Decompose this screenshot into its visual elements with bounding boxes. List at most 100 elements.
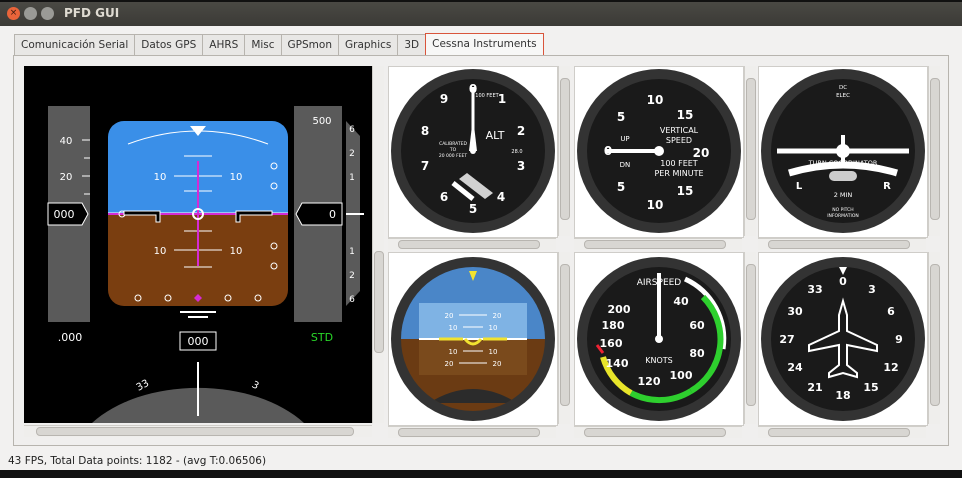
vsi-tick-label: 2 <box>349 271 355 281</box>
tab-graphics[interactable]: Graphics <box>338 34 399 55</box>
alt-calibration: 20 000 FEET <box>439 153 467 159</box>
vsi-tick-label: 1 <box>349 173 355 183</box>
alt-calibration: TO <box>449 147 457 153</box>
status-bar: 43 FPS, Total Data points: 1182 - (avg T… <box>0 454 962 470</box>
tc-inclinometer-ball <box>829 171 857 181</box>
vsi-up-label: UP <box>620 135 629 143</box>
status-text: 43 FPS, Total Data points: 1182 - (avg T… <box>8 455 267 467</box>
altitude-readout: 0 <box>329 208 336 221</box>
vsi-number: 15 <box>677 108 694 122</box>
vsi-tick-label: 6 <box>349 125 355 135</box>
hdg-number: 6 <box>887 305 895 318</box>
minimize-button[interactable] <box>24 7 37 20</box>
vsi-unit: PER MINUTE <box>654 169 703 178</box>
hdg-number: 27 <box>779 333 794 346</box>
hdg-number: 3 <box>868 283 876 296</box>
tab-3d[interactable]: 3D <box>397 34 427 55</box>
airspeed-cell: AIRSPEED KNOTS 40 60 80 100 120 140 160 … <box>574 252 744 426</box>
maximize-button[interactable] <box>41 7 54 20</box>
att-label: 20 <box>493 312 502 320</box>
heading-tick-label: 33 <box>135 378 151 394</box>
vsi-label: VERTICAL <box>660 126 699 135</box>
vsi-unit: 100 FEET <box>660 159 698 168</box>
heading-horizontal-scrollbar[interactable] <box>758 426 926 438</box>
vsi-number: 10 <box>647 198 664 212</box>
asi-number: 120 <box>638 375 661 388</box>
turn-vertical-scrollbar[interactable] <box>928 66 940 236</box>
tab-cessna-instruments[interactable]: Cessna Instruments <box>425 33 544 55</box>
close-button[interactable]: × <box>7 7 20 20</box>
tab-misc[interactable]: Misc <box>244 34 282 55</box>
att-label: 10 <box>489 348 498 356</box>
title-bar: × PFD GUI <box>0 2 962 26</box>
asi-number: 200 <box>608 303 631 316</box>
vsi-dn-label: DN <box>620 161 631 169</box>
airspeed-tick-label: 40 <box>60 136 73 147</box>
baro-setting: STD <box>311 331 333 344</box>
alt-number: 3 <box>517 159 525 173</box>
alt-number: 8 <box>421 124 429 138</box>
vsi-number: 15 <box>677 184 694 198</box>
alt-kollsman: 28.0 <box>511 149 522 155</box>
asi-number: 40 <box>673 295 689 308</box>
hdg-number: 21 <box>807 381 822 394</box>
hdg-number: 12 <box>883 361 898 374</box>
vsi-tick-label: 2 <box>349 149 355 159</box>
altimeter-horizontal-scrollbar[interactable] <box>388 238 556 250</box>
hdg-number: 33 <box>807 283 822 296</box>
pitch-label: 10 <box>230 172 243 183</box>
tc-label: ELEC <box>836 93 850 99</box>
turn-coordinator-cell: DC ELEC TURN COORDINATOR L R 2 MIN NO PI… <box>758 66 928 238</box>
hdg-number: 24 <box>787 361 803 374</box>
asi-number: 60 <box>689 319 705 332</box>
vsi-horizontal-scrollbar[interactable] <box>574 238 742 250</box>
tc-min-label: 2 MIN <box>834 191 853 199</box>
vsi-vertical-scrollbar[interactable] <box>744 66 756 236</box>
tab-datos-gps[interactable]: Datos GPS <box>134 34 204 55</box>
hdg-number: 0 <box>839 275 847 288</box>
pitch-label: 10 <box>154 246 167 257</box>
attitude-gauge: 20 20 10 10 10 10 20 20 <box>401 267 545 411</box>
vsi-number: 5 <box>617 180 625 194</box>
altimeter-cell: 0 1 2 3 4 5 6 7 8 9 100 FEET ALT CALIBRA… <box>388 66 558 238</box>
tab-comunicacion-serial[interactable]: Comunicación Serial <box>14 34 136 55</box>
alt-number: 9 <box>440 92 448 106</box>
asi-unit: KNOTS <box>645 356 673 365</box>
alt-unit-label: 100 FEET <box>475 93 499 99</box>
hdg-number: 18 <box>835 389 850 402</box>
alt-number: 7 <box>421 159 429 173</box>
altimeter-vertical-scrollbar[interactable] <box>558 66 570 236</box>
alt-label: ALT <box>486 129 505 142</box>
heading-vertical-scrollbar[interactable] <box>928 252 940 424</box>
att-label: 10 <box>449 348 458 356</box>
tc-label: DC <box>839 85 847 91</box>
pfd-vertical-scrollbar[interactable] <box>372 66 384 423</box>
vsi-cell: 0 5 10 15 20 15 10 5 UP DN VERTICAL SPEE… <box>574 66 744 238</box>
airspeed-vertical-scrollbar[interactable] <box>744 252 756 424</box>
primary-flight-display: 40 20 000 .000 10 10 10 10 500 0 STD 6 2… <box>24 66 372 423</box>
pitch-label: 10 <box>230 246 243 257</box>
asi-number: 140 <box>606 357 629 370</box>
att-label: 20 <box>445 360 454 368</box>
tab-gpsmon[interactable]: GPSmon <box>280 34 339 55</box>
alt-number: 5 <box>469 202 477 216</box>
mach-readout: .000 <box>58 331 83 344</box>
turn-horizontal-scrollbar[interactable] <box>758 238 926 250</box>
window-title: PFD GUI <box>64 6 120 20</box>
airspeed-horizontal-scrollbar[interactable] <box>574 426 742 438</box>
attitude-vertical-scrollbar[interactable] <box>558 252 570 424</box>
heading-tick-label: 3 <box>250 379 261 392</box>
alt-number: 6 <box>440 190 448 204</box>
att-label: 10 <box>449 324 458 332</box>
airspeed-tick-label: 20 <box>60 172 73 183</box>
asi-number: 180 <box>602 319 625 332</box>
vsi-tick-label: 1 <box>349 247 355 257</box>
alt-number: 2 <box>517 124 525 138</box>
attitude-horizontal-scrollbar[interactable] <box>388 426 556 438</box>
terminal-background-bottom <box>0 470 962 478</box>
att-label: 20 <box>493 360 502 368</box>
tab-ahrs[interactable]: AHRS <box>202 34 246 55</box>
pfd-horizontal-scrollbar[interactable] <box>24 425 372 437</box>
vsi-tick-label: 6 <box>349 295 355 305</box>
hdg-number: 30 <box>787 305 803 318</box>
